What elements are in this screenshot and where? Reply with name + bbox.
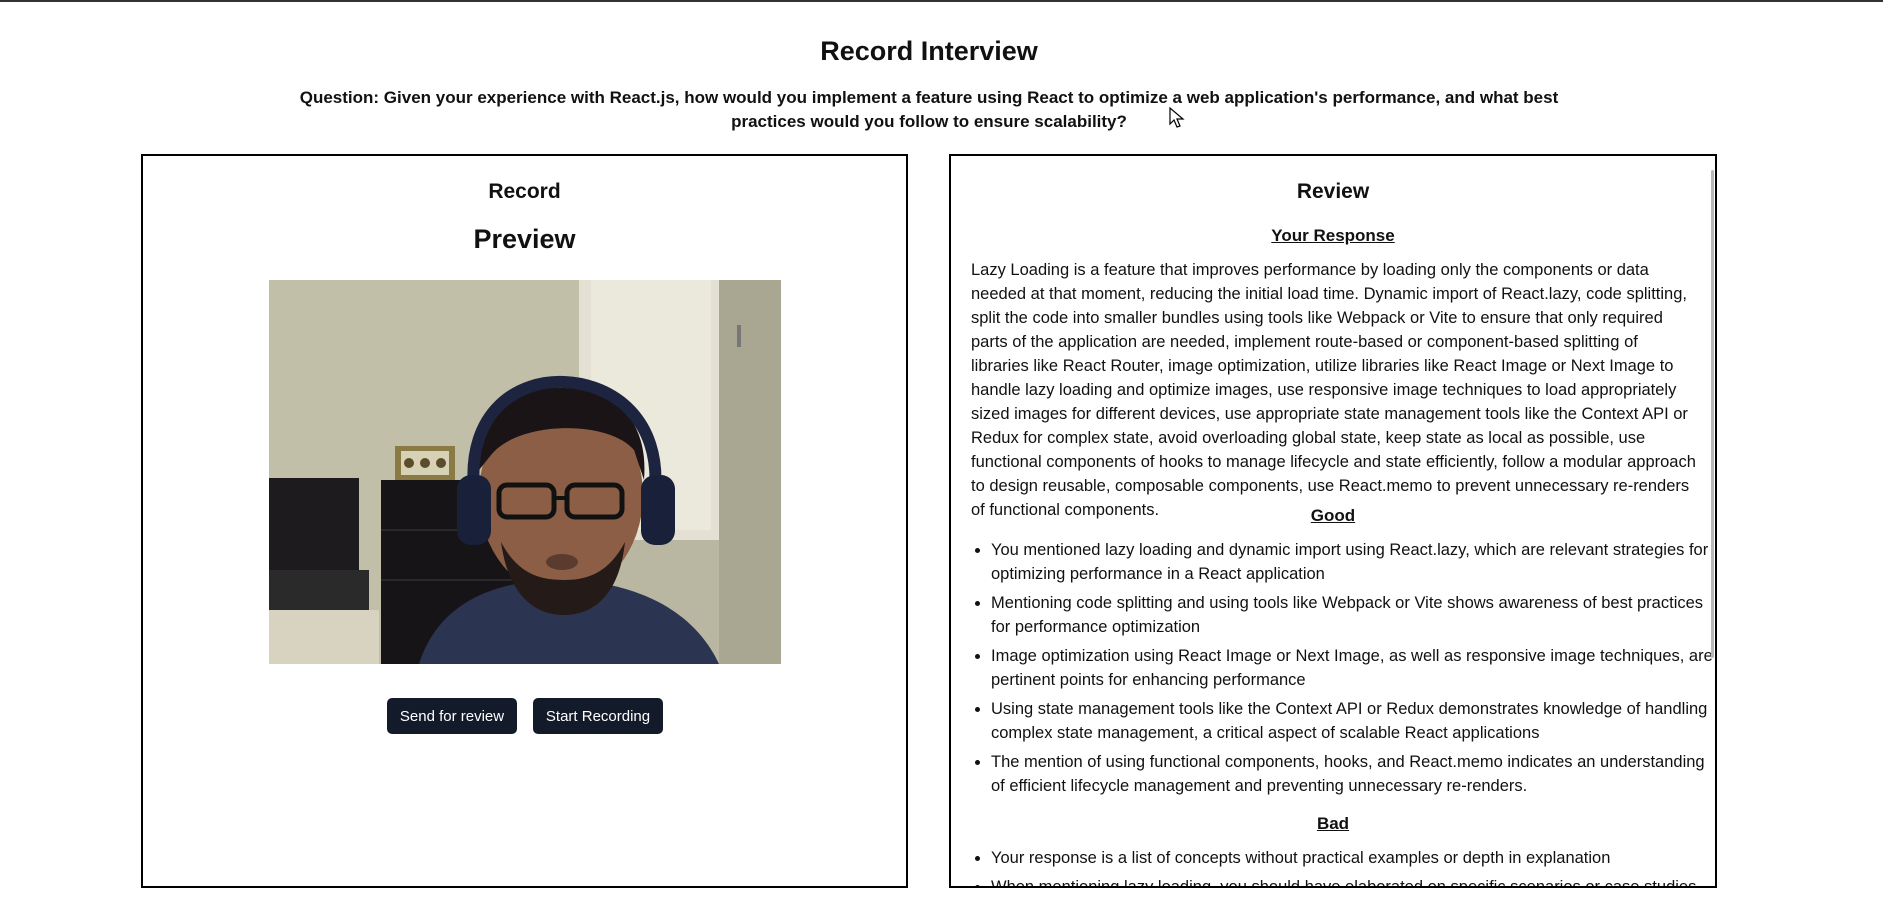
- review-panel[interactable]: Review Your Response Lazy Loading is a f…: [949, 154, 1717, 888]
- bad-item: Your response is a list of concepts with…: [991, 846, 1715, 870]
- good-item: Image optimization using React Image or …: [991, 644, 1715, 692]
- page-title: Record Interview: [820, 36, 1038, 66]
- good-list: You mentioned lazy loading and dynamic i…: [971, 538, 1715, 803]
- good-title: Good: [1310, 506, 1356, 525]
- interview-question: Question: Given your experience with Rea…: [299, 88, 1559, 131]
- mouse-pointer-icon: [1169, 107, 1185, 128]
- video-preview: [269, 280, 781, 664]
- record-heading: Record: [488, 180, 561, 203]
- webcam-frame-image: [269, 280, 781, 664]
- record-panel: Record Preview Send for review Start Rec…: [141, 154, 908, 888]
- your-response-title: Your Response: [1271, 226, 1395, 245]
- review-scroll-area[interactable]: Review Your Response Lazy Loading is a f…: [951, 156, 1715, 886]
- send-for-review-button[interactable]: Send for review: [387, 698, 517, 734]
- top-border: [0, 0, 1883, 2]
- review-scrollbar[interactable]: [1711, 170, 1714, 658]
- good-item: The mention of using functional componen…: [991, 750, 1715, 798]
- preview-heading: Preview: [473, 224, 576, 254]
- good-item: Using state management tools like the Co…: [991, 697, 1715, 745]
- bad-list: Your response is a list of concepts with…: [971, 846, 1715, 886]
- bad-title: Bad: [1316, 814, 1350, 833]
- good-item: Mentioning code splitting and using tool…: [991, 591, 1715, 639]
- bad-item: When mentioning lazy loading, you should…: [991, 875, 1715, 886]
- response-text: Lazy Loading is a feature that improves …: [971, 261, 1696, 519]
- start-recording-button[interactable]: Start Recording: [533, 698, 663, 734]
- good-item: You mentioned lazy loading and dynamic i…: [991, 538, 1715, 586]
- review-heading: Review: [1296, 180, 1370, 203]
